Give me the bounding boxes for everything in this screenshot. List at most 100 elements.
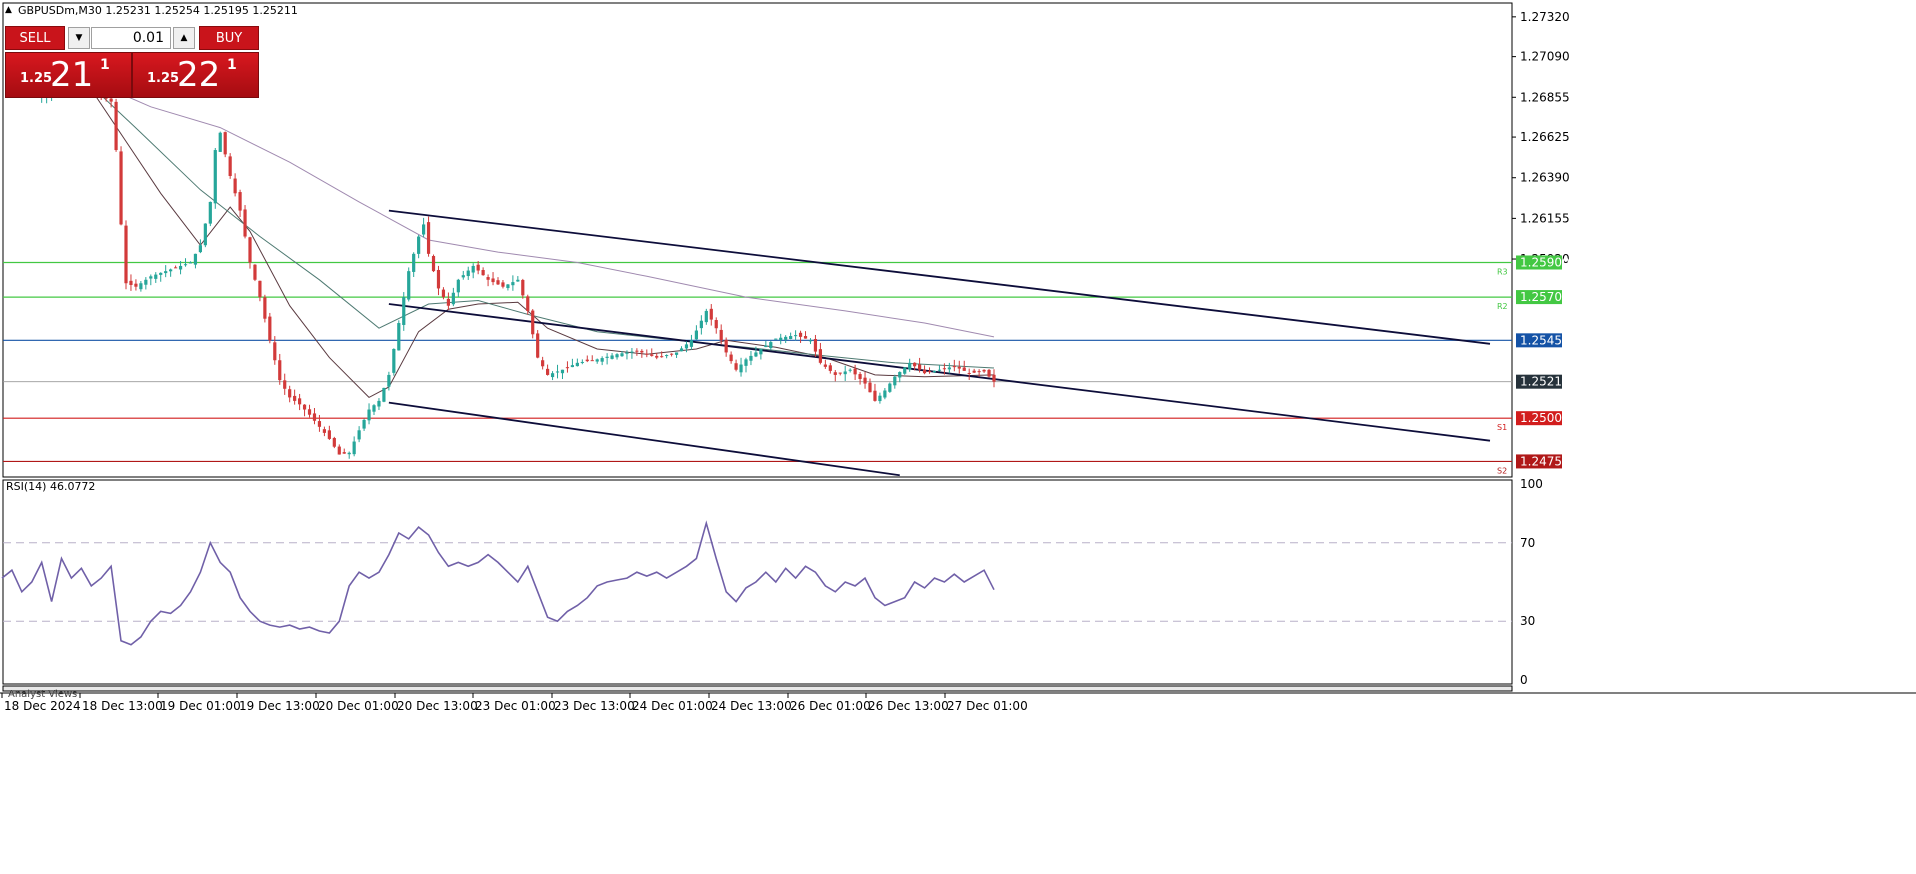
buy-price-pips: 22 [177,55,221,95]
candle-body [506,284,510,289]
candle-body [952,366,956,368]
candle-body [501,282,505,287]
candle-body [903,367,907,374]
candle-body [694,330,698,340]
candle-body [233,178,237,194]
candle-body [481,269,485,276]
candle-body [704,310,708,323]
price-tick-label: 1.27090 [1520,50,1570,64]
candle-body [625,352,629,354]
lot-increase-button[interactable]: ▲ [173,27,195,49]
candle-body [154,274,158,279]
level-tag: R3 [1497,267,1508,276]
lot-decrease-button[interactable]: ▼ [68,27,90,49]
candle-body [288,389,292,398]
candle-body [759,348,763,355]
candle-body [417,236,421,254]
candle-body [769,342,773,349]
candle-body [794,335,798,337]
candle-body [670,353,674,355]
candle-body [798,332,803,337]
price-tick-label: 1.27320 [1520,10,1570,24]
lot-size-input[interactable] [91,27,171,49]
candle-body [367,409,371,421]
level-tag: S1 [1497,423,1507,432]
candle-body [218,132,222,152]
collapse-triangle-icon[interactable]: ▲ [5,5,12,15]
candle-body [843,371,847,375]
candle-body [327,430,331,439]
candle-body [114,101,118,151]
candle-body [278,360,282,381]
candle-body [431,255,436,272]
candle-body [144,279,148,285]
candle-body [422,224,426,235]
candle-body [560,369,565,374]
candle-body [372,405,376,412]
candle-body [784,336,788,340]
buy-price-box[interactable]: 1.25 22 1 [132,52,259,98]
candle-body [982,369,986,372]
candle-body [645,353,649,355]
candle-body [764,345,768,348]
candle-body [590,360,594,362]
buy-button[interactable]: BUY [199,26,259,50]
chart-canvas[interactable]: R3R2S1S2 1.273201.270901.268551.266251.2… [0,0,1916,874]
candle-body [302,404,307,410]
candle-body [679,348,684,352]
candle-body [962,367,966,371]
price-tick-label: 1.26855 [1520,90,1570,104]
sell-button[interactable]: SELL [5,26,65,50]
candle-body [858,374,862,379]
candle-body [838,372,842,374]
sell-price-box[interactable]: 1.25 21 1 [5,52,132,98]
symbol-info-line: GBPUSDm,M30 1.25231 1.25254 1.25195 1.25… [18,4,298,17]
analyst-views-tab[interactable]: Analyst Views [8,689,77,700]
price-level-labels: 1.25900 1.25700 1.25450 1.25211 1.25000 1.247… [1516,255,1570,469]
candle-body [932,370,937,373]
candle-body [149,276,153,279]
candle-body [580,361,584,363]
candle-body [134,283,138,287]
level-price-text: 1.25211 [1520,375,1570,389]
candle-body [774,338,778,340]
candle-body [918,364,922,370]
candle-body [570,365,574,368]
candle-body [541,360,545,367]
candle-body [595,359,599,362]
candle-body [957,366,961,369]
candle-body [947,367,951,370]
candle-body [868,382,872,393]
candle-body [546,368,550,375]
buy-price-prefix: 1.25 [147,71,180,86]
candle-body [198,245,202,253]
candle-body [942,368,946,370]
candle-body [426,222,431,254]
candle-body [927,371,932,373]
candle-body [248,237,252,263]
candle-body [754,352,758,357]
candle-body [977,371,981,373]
price-tick-label: 1.26625 [1520,130,1570,144]
candle-body [684,344,689,349]
level-price-text: 1.25700 [1520,290,1570,304]
candle-body [600,358,604,362]
candle-body [516,279,520,282]
candle-body [913,362,917,367]
rsi-title: RSI(14) 46.0772 [6,480,96,493]
candle-body [878,395,882,402]
rsi-tick-label: 30 [1520,614,1535,628]
candle-body [888,383,892,392]
candle-body [451,292,455,305]
candle-body [828,365,832,371]
candle-body [521,279,525,296]
candle-body [749,355,753,361]
candle-body [992,374,996,382]
candle-body [322,429,326,433]
candle-body [555,371,560,373]
time-tick-label: 27 Dec 01:00 [947,699,1028,713]
candle-body [883,390,887,398]
time-tick-label: 26 Dec 01:00 [790,699,871,713]
candle-body [357,430,361,440]
candle-body [987,369,991,377]
